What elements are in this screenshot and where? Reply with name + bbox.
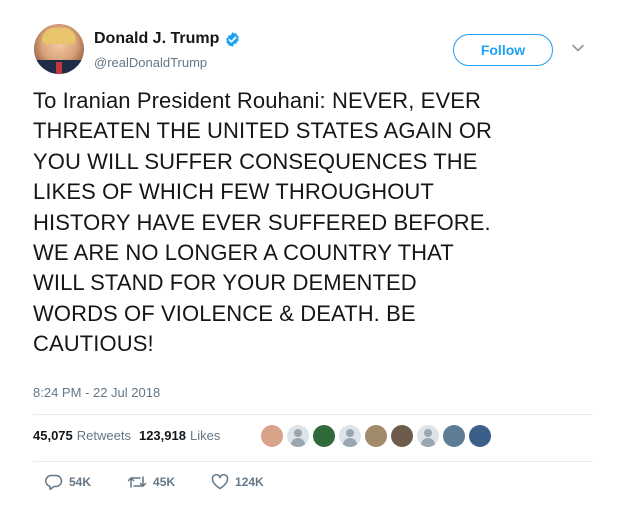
divider bbox=[33, 414, 593, 415]
like-action[interactable]: 124K bbox=[211, 474, 264, 490]
likes-stat[interactable]: 123,918 Likes bbox=[139, 428, 220, 443]
retweet-icon bbox=[127, 476, 147, 488]
profile-avatar[interactable] bbox=[34, 24, 84, 74]
heart-icon bbox=[211, 474, 229, 490]
retweets-count: 45,075 bbox=[33, 428, 73, 443]
liker-avatars bbox=[261, 425, 495, 447]
tweet-text-line: HISTORY HAVE EVER SUFFERED BEFORE. bbox=[33, 209, 491, 235]
tweet-text-line: WE ARE NO LONGER A COUNTRY THAT bbox=[33, 240, 454, 266]
tweet-timestamp[interactable]: 8:24 PM - 22 Jul 2018 bbox=[33, 385, 160, 400]
verified-badge-icon bbox=[226, 31, 240, 47]
liker-avatar-5[interactable] bbox=[365, 425, 387, 447]
tweet-text-line: CAUTIOUS! bbox=[33, 331, 154, 357]
liker-avatar-8[interactable] bbox=[443, 425, 465, 447]
liker-avatar-4[interactable] bbox=[339, 425, 361, 447]
tweet-card: Donald J. Trump @realDonaldTrump Follow … bbox=[0, 0, 622, 514]
retweet-count: 45K bbox=[153, 475, 176, 489]
tweet-text-line: YOU WILL SUFFER CONSEQUENCES THE bbox=[33, 148, 478, 174]
display-name[interactable]: Donald J. Trump bbox=[94, 30, 219, 48]
tweet-text-line: To Iranian President Rouhani: NEVER, EVE… bbox=[33, 88, 481, 113]
tweet-text-line: WILL STAND FOR YOUR DEMENTED bbox=[33, 270, 417, 296]
liker-avatar-1[interactable] bbox=[261, 425, 283, 447]
tweet-text-line: LIKES OF WHICH FEW THROUGHOUT bbox=[33, 179, 434, 205]
liker-avatar-6[interactable] bbox=[391, 425, 413, 447]
tweet-text-line: THREATEN THE UNITED STATES AGAIN OR bbox=[33, 118, 493, 144]
tweet-text-line: WORDS OF VIOLENCE & DEATH. BE bbox=[33, 300, 416, 326]
tweet-actions: 54K 45K 124K bbox=[45, 474, 300, 490]
retweets-stat[interactable]: 45,075 Retweets bbox=[33, 428, 131, 443]
reply-count: 54K bbox=[69, 475, 92, 489]
like-count: 124K bbox=[235, 475, 264, 489]
user-handle[interactable]: @realDonaldTrump bbox=[94, 55, 207, 70]
follow-button[interactable]: Follow bbox=[453, 34, 553, 66]
liker-avatar-3[interactable] bbox=[313, 425, 335, 447]
liker-avatar-7[interactable] bbox=[417, 425, 439, 447]
chevron-down-icon[interactable] bbox=[572, 43, 584, 53]
retweets-label: Retweets bbox=[76, 428, 131, 443]
reply-icon bbox=[45, 474, 63, 490]
author-name-row: Donald J. Trump bbox=[94, 30, 241, 48]
engagement-stats: 45,075 Retweets 123,918 Likes bbox=[33, 428, 228, 443]
divider bbox=[33, 461, 593, 462]
likes-label: Likes bbox=[189, 428, 221, 443]
liker-avatar-9[interactable] bbox=[469, 425, 491, 447]
reply-action[interactable]: 54K bbox=[45, 474, 91, 490]
retweet-action[interactable]: 45K bbox=[127, 474, 175, 490]
tweet-text: To Iranian President Rouhani: NEVER, EVE… bbox=[33, 86, 593, 360]
likes-count: 123,918 bbox=[138, 428, 186, 443]
liker-avatar-2[interactable] bbox=[287, 425, 309, 447]
